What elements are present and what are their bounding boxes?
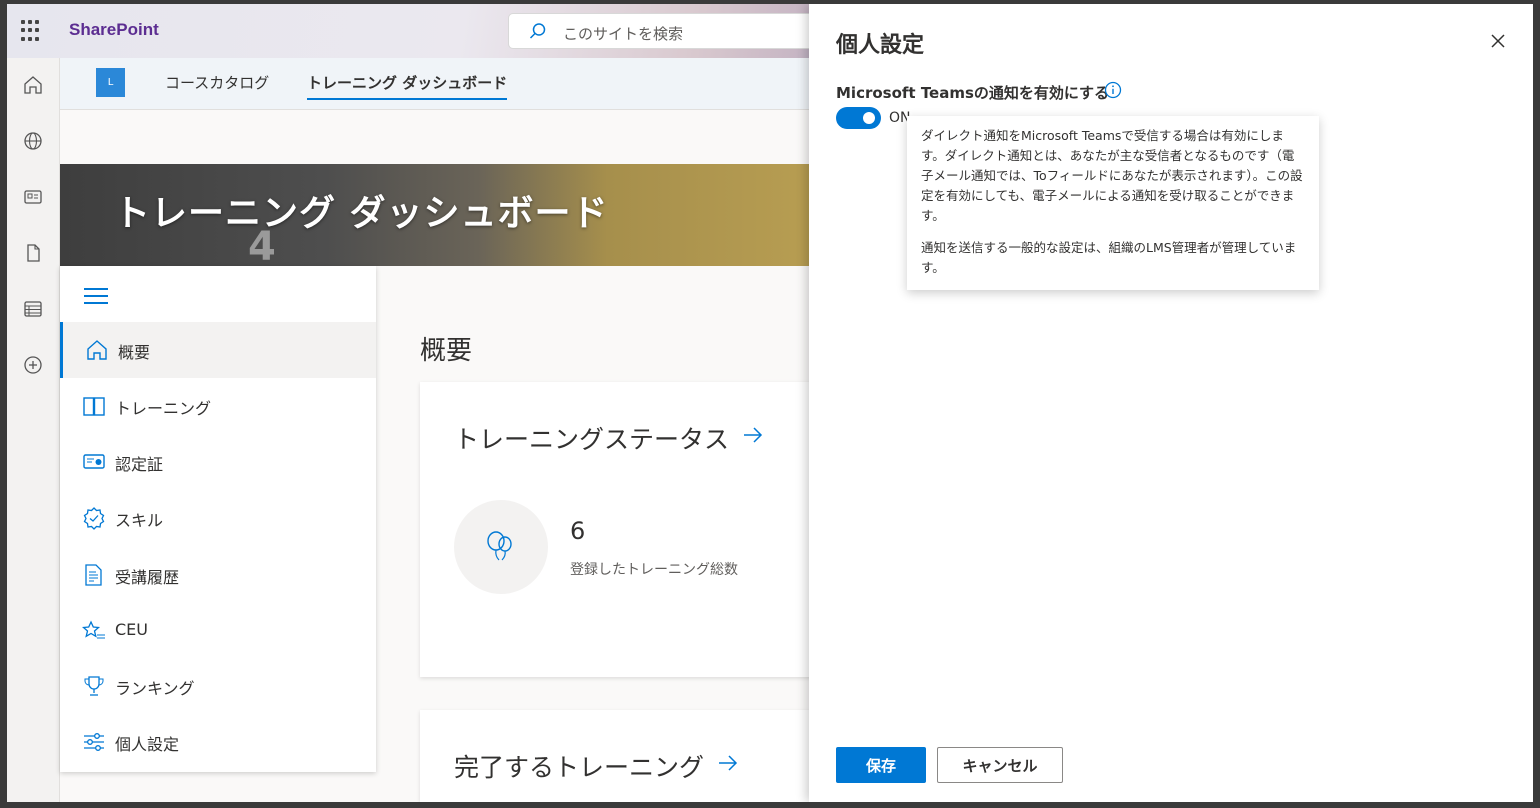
book-icon xyxy=(83,397,105,416)
browser-frame: SharePoint このサイトを検索 L コースカタログ トレーニング ダッシ… xyxy=(7,4,1533,802)
training-status-card: トレーニングステータス 6 登録したトレーニング総数 xyxy=(420,382,820,677)
teams-notification-label: Microsoft Teamsの通知を有効にする xyxy=(836,84,1110,102)
nav-item-ceu[interactable]: CEU xyxy=(60,603,376,659)
nav-item-training[interactable]: トレーニング xyxy=(60,378,376,434)
hamburger-menu-icon[interactable] xyxy=(84,288,108,306)
tooltip-paragraph-1: ダイレクト通知をMicrosoft Teamsで受信する場合は有効にします。ダイ… xyxy=(921,128,1303,223)
balloon-icon xyxy=(487,531,512,561)
save-button[interactable]: 保存 xyxy=(836,747,926,783)
teams-notification-toggle[interactable] xyxy=(836,107,881,129)
nav-training-dashboard[interactable]: トレーニング ダッシュボード xyxy=(307,72,508,100)
app-launcher-icon[interactable] xyxy=(21,20,43,42)
hero-title: トレーニング ダッシュボード xyxy=(114,193,609,234)
news-icon[interactable] xyxy=(22,186,44,208)
list-icon[interactable] xyxy=(22,298,44,320)
enrolled-count-label: 登録したトレーニング総数 xyxy=(570,562,738,578)
nav-item-ranking[interactable]: ランキング xyxy=(60,658,376,714)
toggle-knob xyxy=(863,112,875,124)
nav-item-skills[interactable]: スキル xyxy=(60,490,376,546)
nav-item-overview[interactable]: 概要 xyxy=(60,322,376,378)
settings-sliders-icon xyxy=(84,733,104,751)
hero-banner: 4 トレーニング ダッシュボード xyxy=(60,164,820,266)
nav-item-label: CEU xyxy=(115,620,148,639)
info-icon[interactable] xyxy=(1104,81,1122,99)
nav-item-label: ランキング xyxy=(115,679,195,698)
globe-icon[interactable] xyxy=(22,130,44,152)
site-header: L コースカタログ トレーニング ダッシュボード xyxy=(60,58,820,110)
home-icon xyxy=(87,340,107,360)
nav-item-personal-settings[interactable]: 個人設定 xyxy=(60,714,376,770)
search-placeholder: このサイトを検索 xyxy=(563,25,684,43)
badge-icon xyxy=(83,507,105,530)
add-icon[interactable] xyxy=(22,354,44,376)
nav-item-history[interactable]: 受講履歴 xyxy=(60,547,376,603)
tooltip-paragraph-2: 通知を送信する一般的な設定は、組織のLMS管理者が管理しています。 xyxy=(921,240,1297,275)
search-icon xyxy=(529,23,546,39)
history-icon xyxy=(85,564,102,586)
nav-item-label: 個人設定 xyxy=(115,735,180,754)
app-rail xyxy=(7,58,60,802)
nav-item-label: 受講履歴 xyxy=(115,568,180,587)
close-icon[interactable] xyxy=(1489,32,1507,50)
certificate-icon xyxy=(83,454,105,469)
nav-item-label: スキル xyxy=(115,511,164,530)
nav-course-catalog[interactable]: コースカタログ xyxy=(165,72,269,93)
card-title[interactable]: トレーニングステータス xyxy=(454,420,729,456)
card-title[interactable]: 完了するトレーニング xyxy=(454,748,704,784)
nav-item-label: 概要 xyxy=(118,343,151,362)
cancel-button[interactable]: キャンセル xyxy=(937,747,1063,783)
star-list-icon xyxy=(82,620,105,639)
nav-item-certificates[interactable]: 認定証 xyxy=(60,434,376,490)
arrow-right-icon[interactable] xyxy=(717,752,739,774)
file-icon[interactable] xyxy=(22,242,44,264)
enrolled-count: 6 xyxy=(570,517,586,545)
sharepoint-brand[interactable]: SharePoint xyxy=(69,20,159,40)
balloon-icon-circle xyxy=(454,500,548,594)
site-logo[interactable]: L xyxy=(96,68,125,97)
panel-title: 個人設定 xyxy=(836,33,925,58)
trophy-icon xyxy=(84,676,104,696)
nav-item-label: トレーニング xyxy=(115,399,212,418)
search-input[interactable]: このサイトを検索 xyxy=(508,13,838,49)
arrow-right-icon[interactable] xyxy=(742,424,764,446)
settings-panel: 個人設定 Microsoft Teamsの通知を有効にする ON ダイレクト通知… xyxy=(809,4,1533,802)
complete-training-card: 完了するトレーニング xyxy=(420,710,820,802)
home-icon[interactable] xyxy=(22,74,44,96)
info-tooltip: ダイレクト通知をMicrosoft Teamsで受信する場合は有効にします。ダイ… xyxy=(907,116,1319,290)
left-nav-panel: 概要 トレーニング 認定証 スキル 受講履歴 CEU ランキング 個人設定 xyxy=(60,266,376,772)
main-heading: 概要 xyxy=(420,336,473,366)
nav-item-label: 認定証 xyxy=(115,455,164,474)
